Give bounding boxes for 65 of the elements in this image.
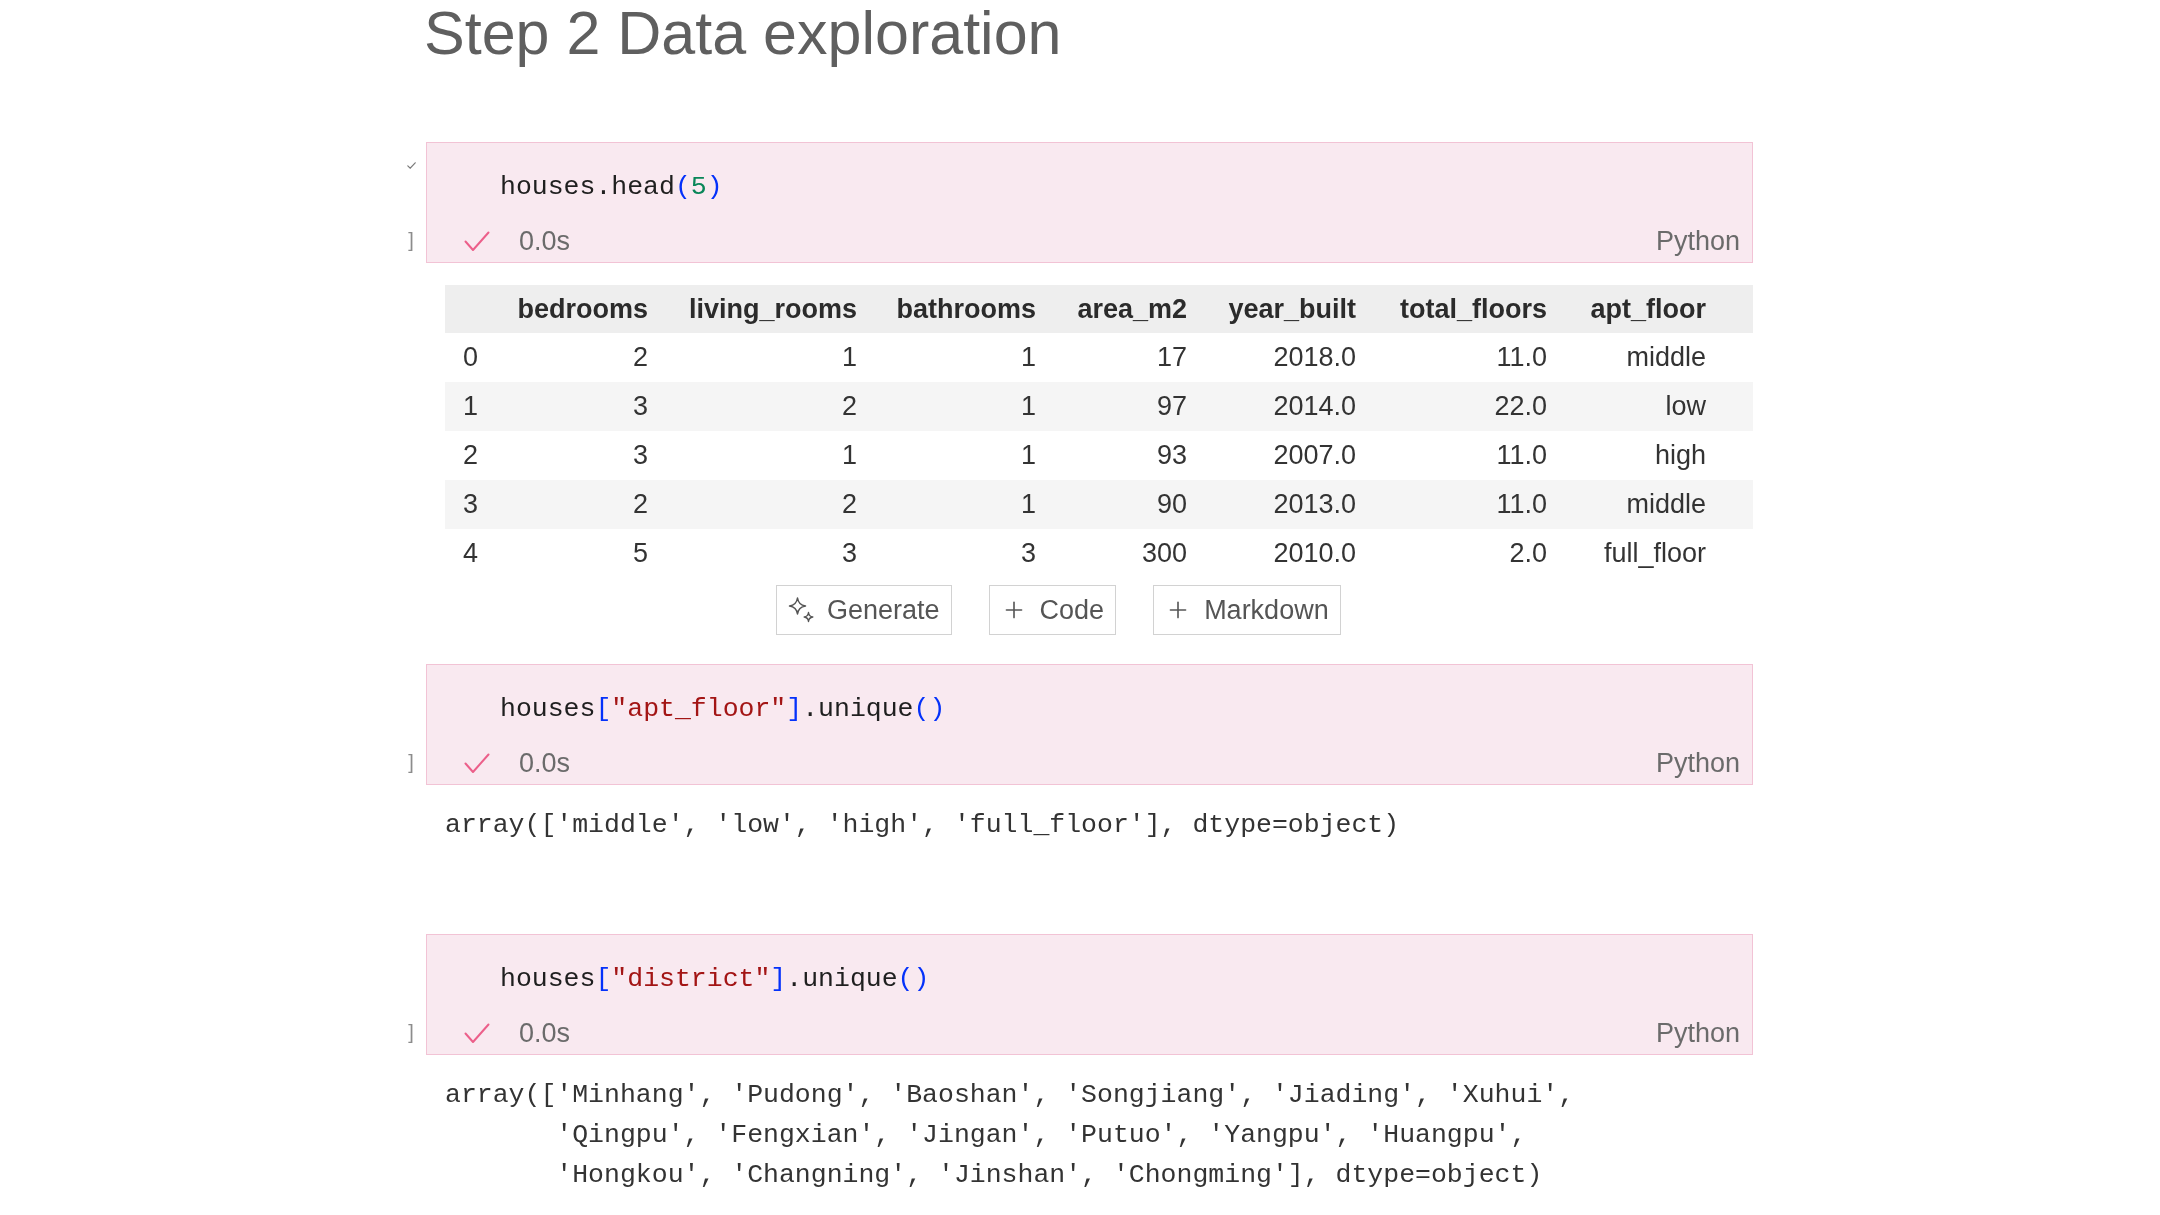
table-cell-text: 11.0 bbox=[1496, 341, 1547, 375]
generate-button[interactable]: Generate bbox=[776, 585, 952, 635]
cell-output: array(['Minhang', 'Pudong', 'Baoshan', 'Songjiang', 'Jiading', 'Xuhui', 'Qingpu', 'Fengxian', 'Jingan', 'Putuo', 'Yangpu', 'Huangpu', 'Hongkou', 'Changning', 'Jinshan', 'Chongming'], dtype=object) bbox=[445, 1079, 1575, 1192]
execution-mark: ] bbox=[408, 230, 414, 250]
table-cell-text: 11.0 bbox=[1496, 488, 1547, 522]
table-cell-text: 2018.0 bbox=[1273, 341, 1356, 375]
table-cell-text: 1 bbox=[841, 341, 857, 375]
add-cell-button[interactable]: Markdown bbox=[1153, 585, 1341, 635]
table-cell-text: 3 bbox=[841, 537, 857, 571]
column-header: living_rooms bbox=[688, 292, 857, 326]
table-cell-text: 3 bbox=[632, 439, 648, 473]
duration-label: 0.0s bbox=[519, 224, 571, 258]
table-cell-text: 300 bbox=[1141, 537, 1187, 571]
row-index: 3 bbox=[462, 488, 479, 522]
table-cell-text: 2 bbox=[632, 488, 648, 522]
execution-mark: ] bbox=[408, 1022, 414, 1042]
add-cell-button[interactable]: Code bbox=[988, 585, 1117, 635]
table-cell-text: 11.0 bbox=[1496, 439, 1547, 473]
row-index: 1 bbox=[462, 390, 479, 424]
table-cell-text: 3 bbox=[1020, 537, 1036, 571]
code-input[interactable]: houses.head(5) bbox=[500, 167, 723, 207]
table-cell-text: 93 bbox=[1156, 439, 1187, 473]
row-index: 4 bbox=[462, 537, 479, 571]
row-index: 0 bbox=[462, 341, 479, 375]
language-label[interactable]: Python bbox=[1655, 1012, 1740, 1054]
table-cell-text: high bbox=[1654, 439, 1706, 473]
duration-label: 0.0s bbox=[519, 1016, 571, 1050]
table-cell-text: middle bbox=[1626, 488, 1706, 522]
code-input[interactable]: houses["district"].unique() bbox=[500, 959, 930, 999]
table-cell-text: 17 bbox=[1156, 341, 1187, 375]
table-cell-text: 3 bbox=[632, 390, 648, 424]
table-cell-text: 90 bbox=[1156, 488, 1187, 522]
language-label[interactable]: Python bbox=[1655, 742, 1740, 784]
table-cell-text: 2010.0 bbox=[1273, 537, 1356, 571]
duration-label: 0.0s bbox=[519, 746, 571, 780]
column-header: apt_floor bbox=[1590, 292, 1706, 326]
column-header: bedrooms bbox=[517, 292, 648, 326]
table-cell-text: 1 bbox=[1020, 439, 1036, 473]
table-cell-text: 2014.0 bbox=[1273, 390, 1356, 424]
column-header: total_floors bbox=[1400, 292, 1547, 326]
code-input[interactable]: houses["apt_floor"].unique() bbox=[500, 689, 946, 729]
table-cell-text: 97 bbox=[1156, 390, 1187, 424]
table-cell-text: 2 bbox=[841, 390, 857, 424]
column-header: area_m2 bbox=[1077, 292, 1187, 326]
table-cell-text: 5 bbox=[632, 537, 648, 571]
table-cell-text: middle bbox=[1626, 341, 1706, 375]
table-cell-text: 2013.0 bbox=[1273, 488, 1356, 522]
column-header: bathrooms bbox=[896, 292, 1036, 326]
sparkle-icon bbox=[788, 597, 814, 623]
language-label[interactable]: Python bbox=[1655, 220, 1740, 262]
table-cell-text: 2.0 bbox=[1509, 537, 1547, 571]
table-cell-text: 2007.0 bbox=[1273, 439, 1356, 473]
table-cell-text: 22.0 bbox=[1494, 390, 1547, 424]
column-header: year_built bbox=[1228, 292, 1356, 326]
table-cell-text: full_floor bbox=[1603, 537, 1706, 571]
table-cell-text: 2 bbox=[632, 341, 648, 375]
table-cell-text: 1 bbox=[1020, 488, 1036, 522]
table-cell-text: 1 bbox=[1020, 341, 1036, 375]
table-cell-text: 1 bbox=[841, 439, 857, 473]
cell-output: array(['middle', 'low', 'high', 'full_floor'], dtype=object) bbox=[445, 809, 1400, 842]
execution-mark: ] bbox=[408, 752, 414, 772]
table-cell-text: low bbox=[1665, 390, 1706, 424]
row-index: 2 bbox=[462, 439, 479, 473]
table-cell-text: 2 bbox=[841, 488, 857, 522]
table-cell-text: 1 bbox=[1020, 390, 1036, 424]
